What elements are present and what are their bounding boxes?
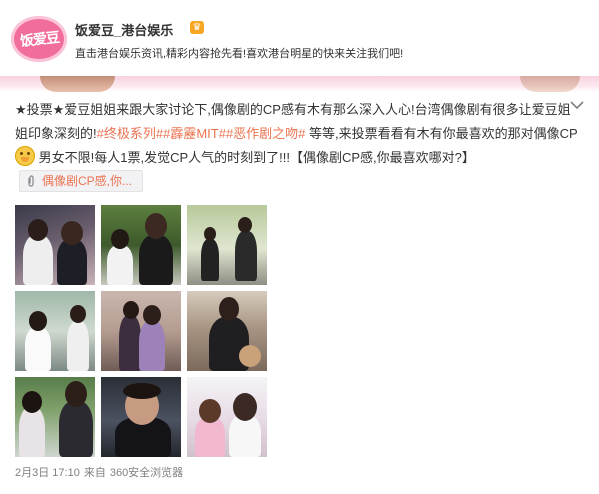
hashtag-link[interactable]: #恶作剧之吻#	[226, 126, 305, 141]
hashtag-link[interactable]: #终极系列#	[97, 126, 163, 141]
post-meta: 2月3日 17:10 来自 360安全浏览器	[15, 464, 187, 480]
photo-thumbnail[interactable]	[187, 205, 267, 285]
photo-thumbnail[interactable]	[101, 205, 181, 285]
avatar[interactable]: 饭爱豆	[11, 16, 67, 62]
paperclip-icon	[28, 175, 34, 187]
vote-link-card[interactable]: 偶像剧CP感,你...	[19, 170, 144, 192]
photo-thumbnail[interactable]	[187, 291, 267, 371]
photo-thumbnail[interactable]	[101, 291, 181, 371]
post-text-body: 等等,来投票看看有木有你最喜欢的那对偶像CP	[305, 126, 578, 141]
post-source-link[interactable]: 360安全浏览器	[110, 467, 183, 479]
banner-photo-face	[40, 76, 115, 92]
image-grid	[15, 205, 267, 457]
source-prefix: 来自	[83, 467, 106, 479]
weibo-post: ★投票★爱豆姐姐来跟大家讨论下,偶像剧的CP感有木有那么深入人心!台湾偶像剧有很…	[0, 92, 599, 494]
banner-photo-face	[520, 76, 580, 92]
photo-thumbnail[interactable]	[15, 205, 95, 285]
photo-thumbnail[interactable]	[15, 291, 95, 371]
profile-banner	[0, 76, 599, 92]
avatar-logo-text: 饭爱豆	[18, 29, 60, 49]
account-name[interactable]: 饭爱豆_港台娱乐	[75, 20, 173, 39]
post-text: ★投票★爱豆姐姐来跟大家讨论下,偶像剧的CP感有木有那么深入人心!台湾偶像剧有很…	[15, 98, 580, 194]
photo-thumbnail[interactable]	[187, 377, 267, 457]
shy-face-emoji-icon	[15, 146, 35, 166]
photo-thumbnail[interactable]	[15, 377, 95, 457]
post-timestamp[interactable]: 2月3日 17:10	[15, 467, 80, 479]
hashtag-link[interactable]: #霹靂MIT#	[163, 126, 226, 141]
post-text-tail: 男女不限!每人1票,发觉CP人气的时刻到了!!!【偶像剧CP感,你最喜欢哪对?】	[35, 150, 475, 165]
link-card-label: 偶像剧CP感,你...	[42, 174, 133, 188]
account-description: 直击港台娱乐资讯,精彩内容抢先看!喜欢港台明星的快来关注我们吧!	[75, 48, 404, 60]
account-header: 饭爱豆 饭爱豆_港台娱乐 ♛ 直击港台娱乐资讯,精彩内容抢先看!喜欢港台明星的快…	[0, 0, 599, 92]
vip-badge-icon[interactable]: ♛	[190, 21, 204, 34]
photo-thumbnail[interactable]	[101, 377, 181, 457]
